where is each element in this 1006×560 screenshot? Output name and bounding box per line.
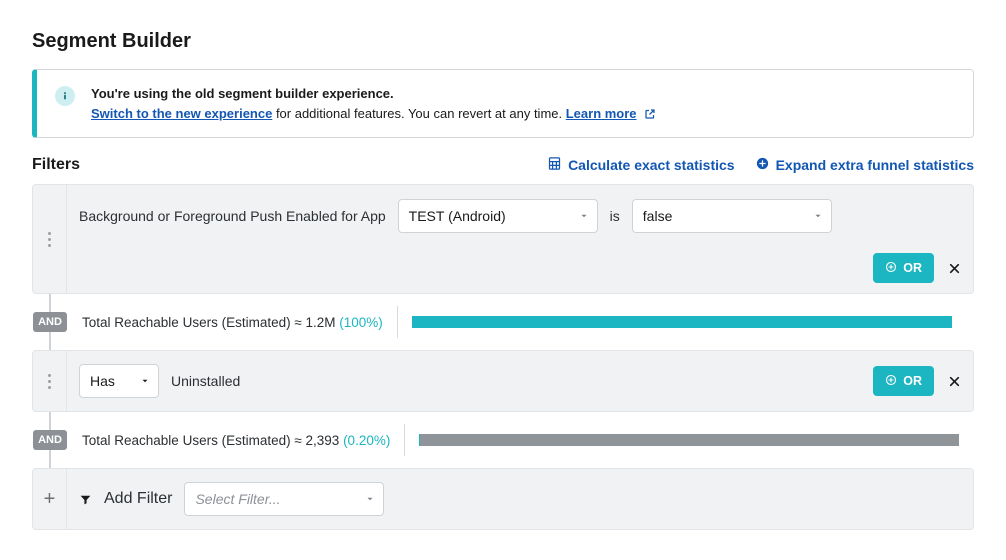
add-filter-label: Add Filter — [104, 490, 172, 508]
stat-body-2: Total Reachable Users (Estimated) ≈ 2,39… — [68, 412, 974, 468]
filter-icon — [79, 493, 92, 506]
remove-filter-button[interactable] — [948, 375, 961, 388]
add-filter-plus[interactable]: + — [33, 469, 67, 529]
info-banner: You're using the old segment builder exp… — [32, 69, 974, 138]
has-select-value: Has — [90, 373, 115, 389]
divider — [397, 306, 398, 338]
external-link-icon — [644, 108, 656, 120]
stat-1-text: Total Reachable Users (Estimated) ≈ 1.2M… — [82, 315, 383, 330]
and-badge: AND — [33, 430, 67, 450]
drag-handle[interactable] — [33, 185, 67, 293]
stat-2-value: 2,393 — [306, 433, 340, 448]
has-select[interactable]: Has — [79, 364, 159, 398]
add-filter-body: Add Filter Select Filter... — [67, 469, 973, 529]
calc-label: Calculate exact statistics — [568, 157, 735, 173]
plus-circle-icon — [755, 156, 770, 174]
chevron-down-icon — [813, 208, 823, 224]
filter-row-2: Has Uninstalled OR — [32, 350, 974, 412]
filter-1-actions: OR — [873, 253, 961, 283]
plus-circle-icon — [885, 261, 897, 276]
learn-more-link[interactable]: Learn more — [566, 106, 637, 121]
or-button[interactable]: OR — [873, 366, 934, 396]
and-row-2: AND Total Reachable Users (Estimated) ≈ … — [32, 412, 974, 468]
stat-body-1: Total Reachable Users (Estimated) ≈ 1.2M… — [68, 294, 974, 350]
progress-bar-2 — [419, 434, 959, 446]
filters-title: Filters — [32, 156, 80, 174]
app-select-value: TEST (Android) — [409, 208, 506, 224]
and-connector: AND — [32, 294, 68, 350]
expand-label: Expand extra funnel statistics — [776, 157, 974, 173]
chevron-down-icon — [140, 373, 150, 389]
filter-row-1: Background or Foreground Push Enabled fo… — [32, 184, 974, 294]
banner-tail: for additional features. You can revert … — [272, 106, 565, 121]
drag-handle[interactable] — [33, 351, 67, 411]
switch-experience-link[interactable]: Switch to the new experience — [91, 106, 272, 121]
progress-bar-1 — [412, 316, 952, 328]
bool-select[interactable]: false — [632, 199, 832, 233]
stat-1-prefix: Total Reachable Users (Estimated) ≈ — [82, 315, 306, 330]
progress-fill — [412, 316, 952, 328]
and-badge: AND — [33, 312, 67, 332]
filters-header: Filters Calculate exact statistics Expan… — [32, 156, 974, 174]
banner-text: You're using the old segment builder exp… — [91, 84, 656, 123]
filter-type-placeholder: Select Filter... — [195, 491, 280, 507]
plus-circle-icon — [885, 374, 897, 389]
expand-stats-link[interactable]: Expand extra funnel statistics — [755, 156, 974, 174]
filter-body-2: Has Uninstalled OR — [67, 351, 973, 411]
stat-1-pct: (100%) — [339, 315, 383, 330]
calculator-icon — [547, 156, 562, 174]
add-filter-row: + Add Filter Select Filter... — [32, 468, 974, 530]
and-connector: AND — [32, 412, 68, 468]
banner-line2: Switch to the new experience for additio… — [91, 104, 656, 124]
or-label: OR — [903, 261, 922, 275]
stat-1-value: 1.2M — [306, 315, 336, 330]
page-title: Segment Builder — [32, 30, 974, 53]
calculate-stats-link[interactable]: Calculate exact statistics — [547, 156, 735, 174]
header-actions: Calculate exact statistics Expand extra … — [547, 156, 974, 174]
divider — [404, 424, 405, 456]
filter-2-actions: OR — [873, 366, 961, 396]
stat-2-pct: (0.20%) — [343, 433, 390, 448]
chevron-down-icon — [365, 491, 375, 507]
stat-2-text: Total Reachable Users (Estimated) ≈ 2,39… — [82, 433, 390, 448]
filters-rail: Background or Foreground Push Enabled fo… — [32, 184, 974, 530]
banner-line1: You're using the old segment builder exp… — [91, 84, 656, 104]
info-icon — [55, 86, 75, 106]
and-row-1: AND Total Reachable Users (Estimated) ≈ … — [32, 294, 974, 350]
filter-1-main: Background or Foreground Push Enabled fo… — [79, 199, 961, 233]
is-label: is — [610, 208, 620, 224]
app-select[interactable]: TEST (Android) — [398, 199, 598, 233]
filter-body-1: Background or Foreground Push Enabled fo… — [67, 185, 973, 293]
filter-type-select[interactable]: Select Filter... — [184, 482, 384, 516]
bool-select-value: false — [643, 208, 673, 224]
chevron-down-icon — [579, 208, 589, 224]
stat-2-prefix: Total Reachable Users (Estimated) ≈ — [82, 433, 306, 448]
filter-1-label: Background or Foreground Push Enabled fo… — [79, 208, 386, 224]
progress-track — [419, 434, 959, 446]
remove-filter-button[interactable] — [948, 262, 961, 275]
or-label: OR — [903, 374, 922, 388]
or-button[interactable]: OR — [873, 253, 934, 283]
filter-2-condition: Uninstalled — [171, 373, 240, 389]
progress-fill — [419, 434, 420, 446]
